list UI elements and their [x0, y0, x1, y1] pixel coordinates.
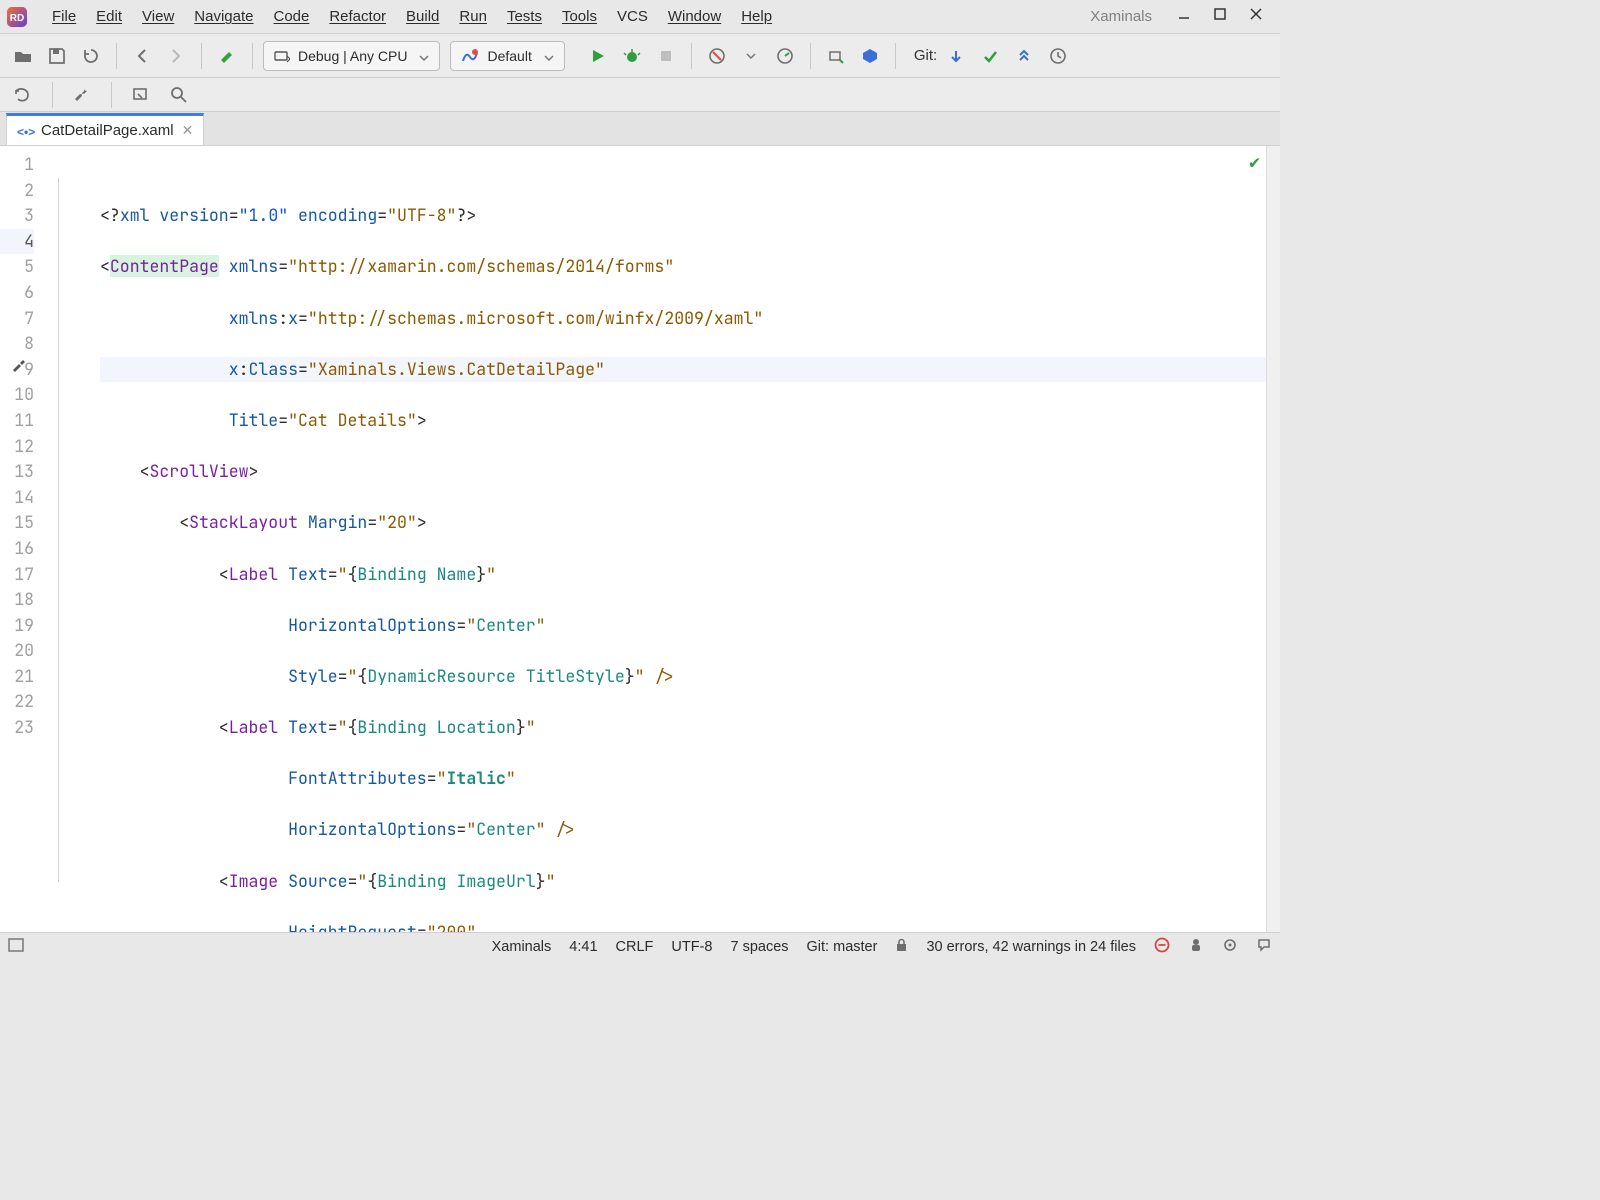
app-logo: RD	[6, 6, 28, 28]
editor-tabstrip: <•> CatDetailPage.xaml ✕	[0, 112, 1280, 146]
run-target-label: Default	[487, 48, 531, 64]
chevron-down-icon	[544, 48, 554, 64]
coverage-icon[interactable]	[770, 41, 800, 71]
inspector-icon[interactable]	[1188, 937, 1204, 957]
window-maximize-button[interactable]	[1202, 7, 1238, 26]
fold-gutter	[44, 146, 92, 932]
feedback-icon[interactable]	[1256, 937, 1272, 957]
status-problems[interactable]: 30 errors, 42 warnings in 24 files	[926, 939, 1136, 955]
inspection-ok-icon: ✔	[1249, 150, 1260, 176]
menu-code[interactable]: Code	[263, 4, 319, 29]
wrench-icon[interactable]	[67, 80, 97, 110]
xaml-file-icon: <•>	[17, 125, 33, 137]
window-close-button[interactable]	[1238, 7, 1274, 26]
settings-sync-icon[interactable]	[1222, 937, 1238, 957]
save-icon[interactable]	[42, 41, 72, 71]
svg-text:<•>: <•>	[17, 125, 35, 139]
menu-window[interactable]: Window	[658, 4, 731, 29]
attach-icon[interactable]	[821, 41, 851, 71]
menu-tools[interactable]: Tools	[552, 4, 607, 29]
status-indent[interactable]: 7 spaces	[730, 939, 788, 955]
editor-area: 1234567891011121314151617181920212223 ✔ …	[0, 146, 1280, 932]
menu-tests[interactable]: Tests	[497, 4, 552, 29]
run-target-combo[interactable]: Default	[450, 41, 564, 71]
tab-filename-label: CatDetailPage.xaml	[41, 122, 174, 139]
git-commit-icon[interactable]	[975, 41, 1005, 71]
nuget-icon[interactable]	[855, 41, 885, 71]
status-caret-position[interactable]: 4:41	[569, 939, 597, 955]
tool-window-toggle-icon[interactable]	[8, 938, 24, 956]
menubar: RD File Edit View Navigate Code Refactor…	[0, 0, 1280, 34]
git-pull-icon[interactable]	[941, 41, 971, 71]
menu-help[interactable]: Help	[731, 4, 782, 29]
nav-back-icon[interactable]	[127, 41, 157, 71]
build-icon[interactable]	[212, 41, 242, 71]
git-section-label: Git:	[914, 47, 937, 64]
git-push-icon[interactable]	[1009, 41, 1039, 71]
profile-icon[interactable]	[702, 41, 732, 71]
menu-vcs[interactable]: VCS	[607, 4, 658, 29]
search-icon[interactable]	[164, 80, 194, 110]
run-config-combo[interactable]: Debug | Any CPU	[263, 41, 440, 71]
run-config-label: Debug | Any CPU	[298, 48, 407, 64]
stop-icon[interactable]	[651, 41, 681, 71]
close-icon[interactable]: ✕	[182, 122, 194, 139]
editor-scrollbar[interactable]	[1266, 146, 1280, 932]
hammer-icon[interactable]	[10, 357, 28, 375]
menu-navigate[interactable]: Navigate	[184, 4, 263, 29]
chevron-down-icon	[419, 48, 429, 64]
status-vcs-branch[interactable]: Git: master	[807, 939, 878, 955]
undo-icon[interactable]	[8, 80, 38, 110]
menu-refactor[interactable]: Refactor	[319, 4, 396, 29]
run-icon[interactable]	[583, 41, 613, 71]
status-project: Xaminals	[492, 939, 552, 955]
code-editor[interactable]: ✔ <?xml version="1.0" encoding="UTF-8"?>…	[92, 146, 1266, 932]
chevron-down-icon[interactable]	[736, 41, 766, 71]
navigation-toolbar	[0, 78, 1280, 112]
line-number-gutter: 1234567891011121314151617181920212223	[0, 146, 44, 932]
project-name-label: Xaminals	[1076, 8, 1166, 25]
error-indicator-icon[interactable]	[1154, 937, 1170, 957]
main-toolbar: Debug | Any CPU Default Git:	[0, 34, 1280, 78]
debug-icon[interactable]	[617, 41, 647, 71]
window-minimize-button[interactable]	[1166, 7, 1202, 26]
menu-view[interactable]: View	[132, 4, 184, 29]
git-history-icon[interactable]	[1043, 41, 1073, 71]
lock-icon[interactable]	[895, 938, 908, 956]
status-bar: Xaminals 4:41 CRLF UTF-8 7 spaces Git: m…	[0, 932, 1280, 960]
tab-catdetailpage[interactable]: <•> CatDetailPage.xaml ✕	[6, 113, 204, 145]
menu-build[interactable]: Build	[396, 4, 449, 29]
svg-text:RD: RD	[10, 13, 24, 24]
menu-file[interactable]: File	[42, 4, 86, 29]
select-in-icon[interactable]	[126, 80, 156, 110]
open-icon[interactable]	[8, 41, 38, 71]
menu-run[interactable]: Run	[449, 4, 497, 29]
refresh-icon[interactable]	[76, 41, 106, 71]
nav-forward-icon[interactable]	[161, 41, 191, 71]
status-encoding[interactable]: UTF-8	[671, 939, 712, 955]
menu-edit[interactable]: Edit	[86, 4, 132, 29]
status-line-separator[interactable]: CRLF	[616, 939, 654, 955]
